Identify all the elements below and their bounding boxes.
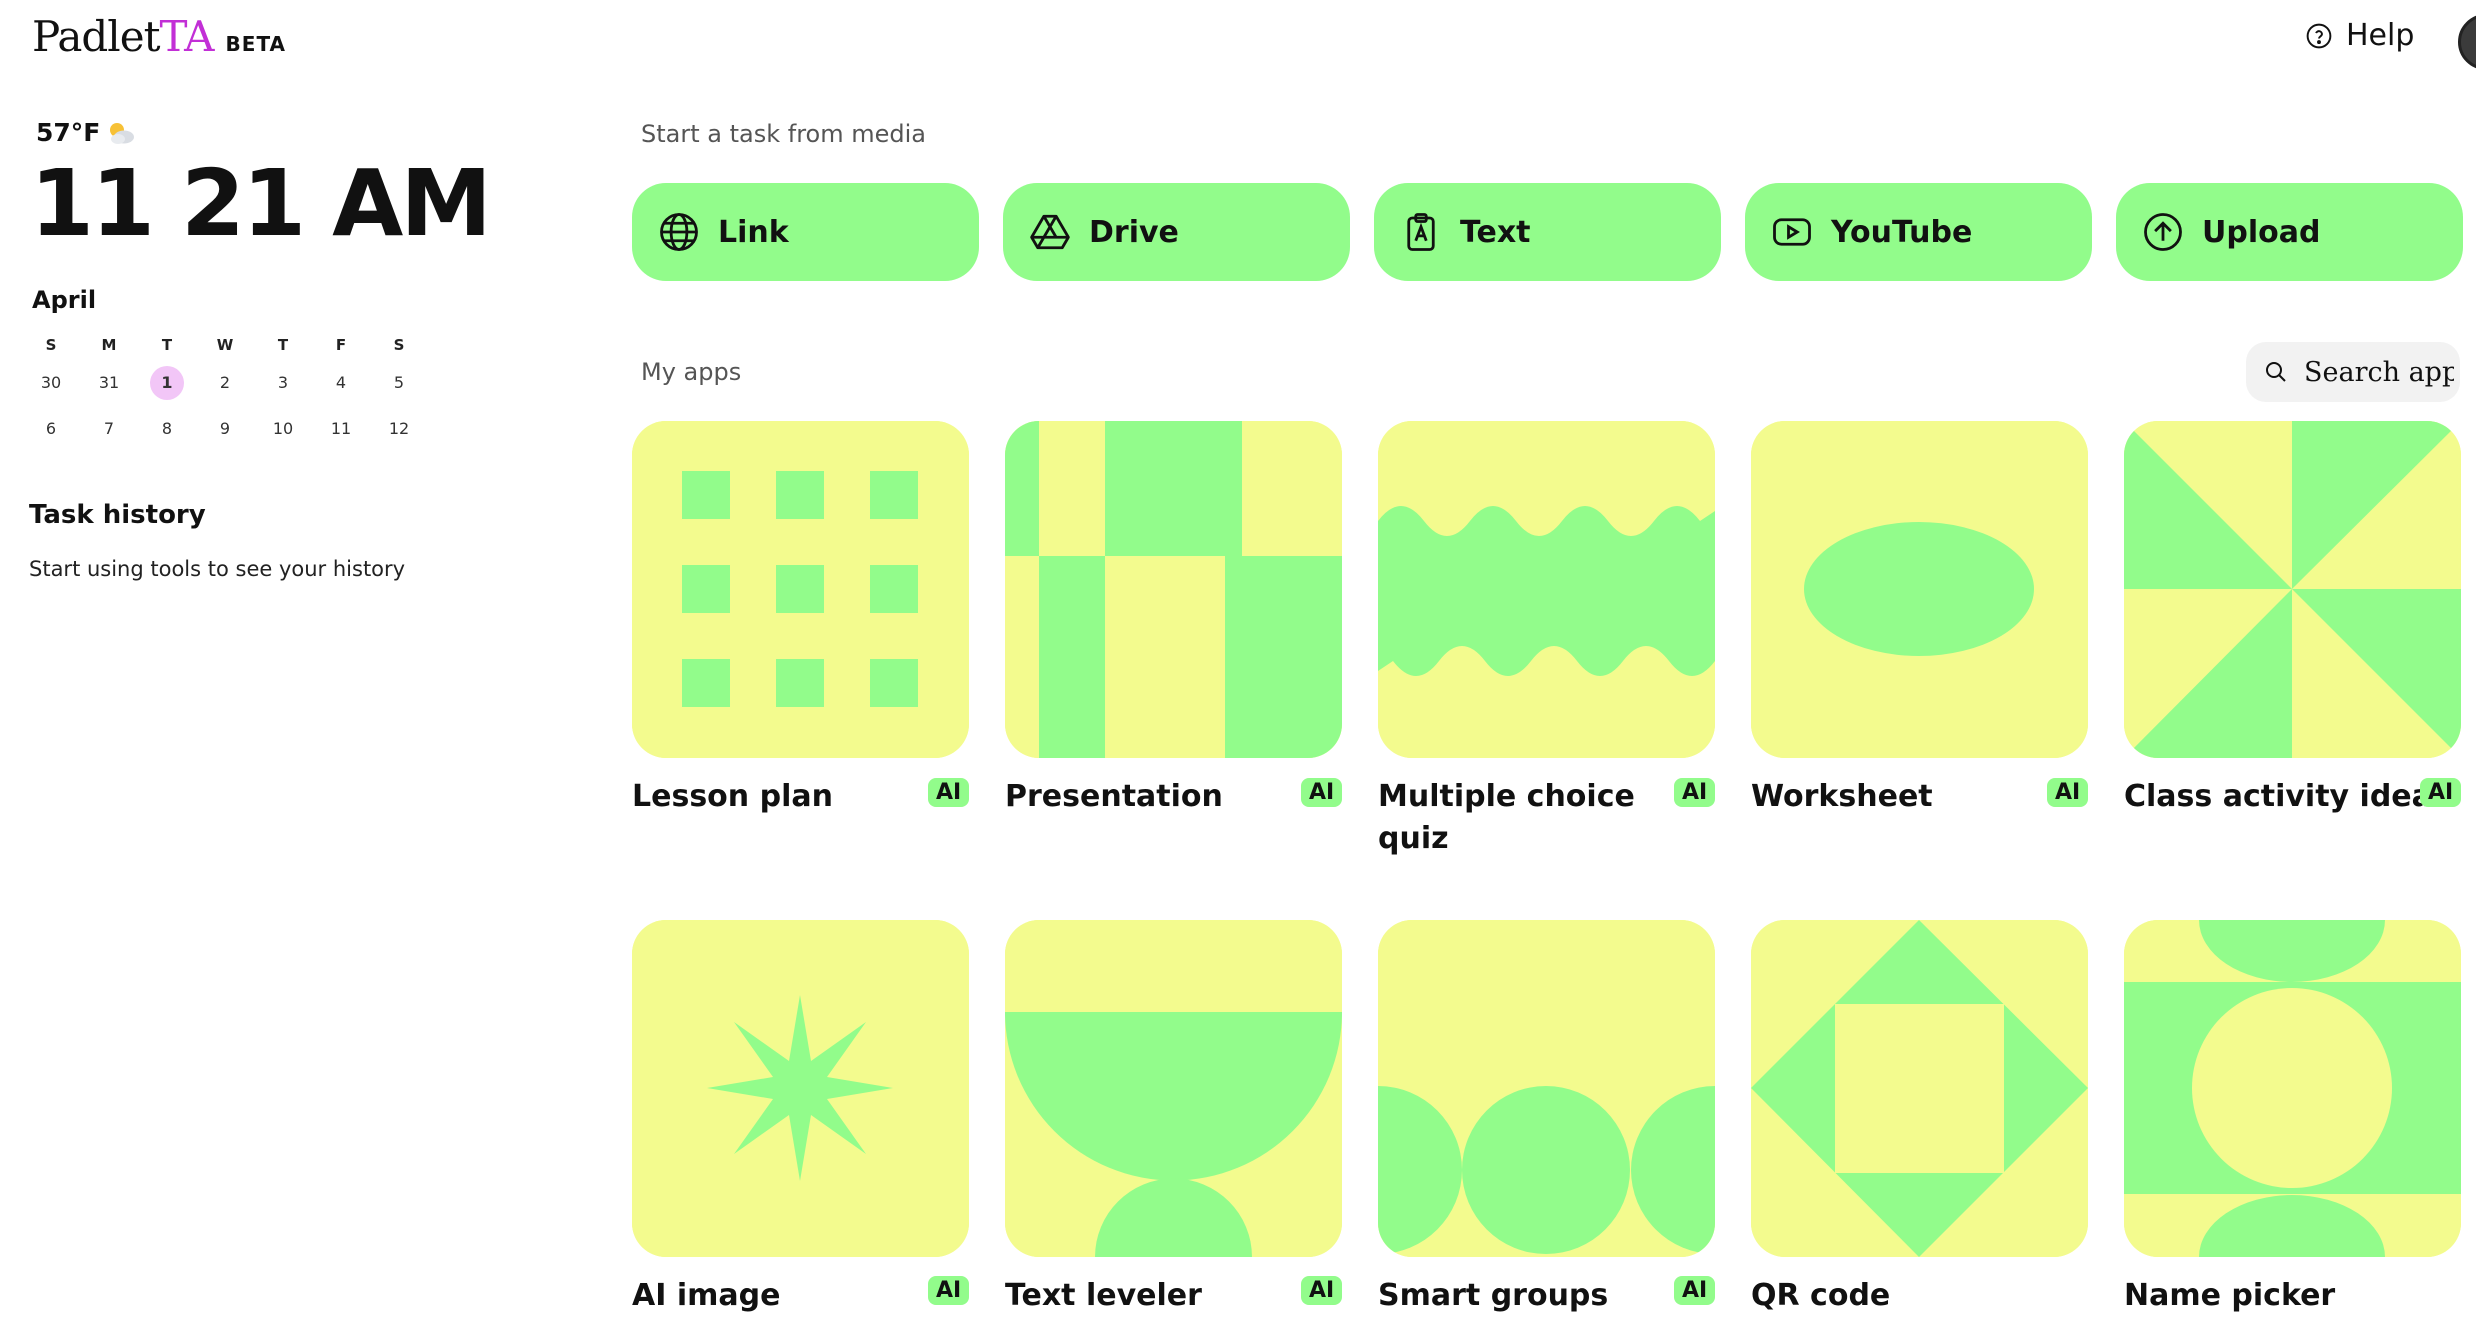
text-leveler-tile[interactable] [1005, 920, 1342, 1257]
avatar[interactable] [2458, 14, 2476, 70]
text-button[interactable]: Text [1374, 183, 1721, 281]
circle-band-art [2124, 920, 2461, 1257]
help-label: Help [2346, 18, 2415, 53]
star-burst-art [632, 920, 969, 1257]
youtube-button[interactable]: YouTube [1745, 183, 2092, 281]
ai-badge: AI [2420, 778, 2462, 807]
task-history-empty: Start using tools to see your history [29, 557, 406, 581]
upload-icon [2144, 213, 2182, 251]
grid-squares-art [632, 421, 969, 758]
google-drive-icon [1030, 214, 1070, 250]
brand-logo[interactable]: Padlet TA BETA [32, 12, 286, 61]
weekday-header: T [161, 336, 173, 354]
weather-temp: 57°F [36, 118, 101, 147]
diamond-square-art [1751, 920, 2088, 1257]
worksheet-tile[interactable] [1751, 421, 2088, 758]
link-button[interactable]: Link [632, 183, 979, 281]
ai-badge: AI [2047, 778, 2089, 807]
ellipse-art [1751, 421, 2088, 758]
ai-image-tile[interactable] [632, 920, 969, 1257]
ai-badge: AI [1674, 1276, 1716, 1305]
upload-label: Upload [2202, 214, 2321, 250]
app-name: Presentation [1005, 779, 1223, 814]
weekday-header: T [277, 336, 289, 354]
app-name: AI image [632, 1278, 781, 1313]
media-section-label: Start a task from media [641, 120, 926, 148]
clipboard-text-icon [1407, 213, 1435, 251]
beta-badge: BETA [225, 32, 287, 56]
text-label: Text [1460, 214, 1531, 250]
calendar-day[interactable]: 11 [312, 406, 370, 452]
app-name: Name picker [2124, 1278, 2336, 1313]
wave-band-art [1378, 421, 1715, 758]
weather-widget: 57°F [36, 118, 136, 147]
clock: 11 21 AM [30, 150, 492, 257]
ai-badge: AI [928, 778, 970, 807]
calendar-month: April [32, 286, 97, 314]
calendar-grid: S M T W T F S 30 31 1 2 3 4 5 6 7 8 9 10… [22, 330, 428, 452]
lesson-plan-tile[interactable] [632, 421, 969, 758]
weekday-header: S [393, 336, 405, 354]
youtube-icon [1773, 218, 1811, 246]
app-name: QR code [1751, 1278, 1891, 1313]
weekday-header: W [216, 336, 234, 354]
calendar-day-today[interactable]: 1 [138, 360, 196, 406]
link-label: Link [718, 214, 789, 250]
app-name: Worksheet [1751, 779, 1933, 814]
app-name: Text leveler [1005, 1278, 1202, 1313]
checker-blocks-art [1005, 421, 1342, 758]
youtube-label: YouTube [1831, 214, 1973, 250]
drive-label: Drive [1089, 214, 1179, 250]
pinwheel-art [2124, 421, 2461, 758]
calendar-day[interactable]: 4 [312, 360, 370, 406]
app-name: Smart groups [1378, 1278, 1609, 1313]
apps-section-label: My apps [641, 358, 742, 386]
drive-button[interactable]: Drive [1003, 183, 1350, 281]
calendar-day[interactable]: 5 [370, 360, 428, 406]
weekday-header: M [101, 336, 117, 354]
calendar-day[interactable]: 12 [370, 406, 428, 452]
weekday-header: S [45, 336, 57, 354]
calendar-day[interactable]: 10 [254, 406, 312, 452]
calendar-day[interactable]: 3 [254, 360, 312, 406]
help-icon [2306, 23, 2332, 48]
ai-badge: AI [1301, 1276, 1343, 1305]
calendar-day[interactable]: 2 [196, 360, 254, 406]
circles-art [1378, 920, 1715, 1257]
brand-name: Padlet [32, 12, 160, 61]
ai-badge: AI [928, 1276, 970, 1305]
app-name: Multiple choice quiz [1378, 779, 1635, 856]
search-apps[interactable] [2246, 342, 2460, 402]
multiple-choice-quiz-tile[interactable] [1378, 421, 1715, 758]
partly-cloudy-icon [110, 122, 135, 144]
search-apps-input[interactable] [2302, 355, 2456, 389]
calendar-day[interactable]: 30 [22, 360, 80, 406]
task-history-title: Task history [29, 500, 206, 530]
presentation-tile[interactable] [1005, 421, 1342, 758]
calendar-day[interactable]: 7 [80, 406, 138, 452]
calendar-day[interactable]: 9 [196, 406, 254, 452]
upload-button[interactable]: Upload [2116, 183, 2463, 281]
name-picker-tile[interactable] [2124, 920, 2461, 1257]
qr-code-tile[interactable] [1751, 920, 2088, 1257]
class-activity-ideas-tile[interactable] [2124, 421, 2461, 758]
calendar-day[interactable]: 8 [138, 406, 196, 452]
search-icon [2266, 362, 2286, 382]
calendar-day[interactable]: 6 [22, 406, 80, 452]
app-name: Lesson plan [632, 779, 833, 814]
ai-badge: AI [1674, 778, 1716, 807]
brand-accent: TA [159, 12, 214, 61]
smart-groups-tile[interactable] [1378, 920, 1715, 1257]
bowl-art [1005, 920, 1342, 1257]
help-button[interactable]: Help [2306, 18, 2414, 53]
calendar-day[interactable]: 31 [80, 360, 138, 406]
weekday-header: F [335, 336, 347, 354]
globe-icon [660, 213, 698, 251]
ai-badge: AI [1301, 778, 1343, 807]
app-name: Class activity ideas [2124, 779, 2450, 814]
